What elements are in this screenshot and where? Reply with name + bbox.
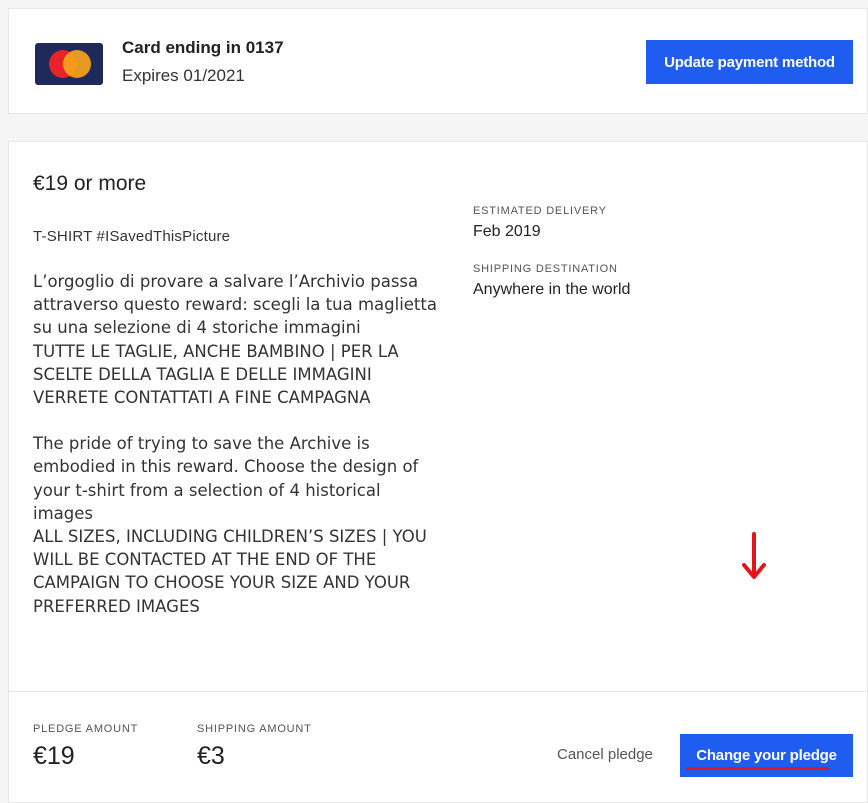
reward-description: L’orgoglio di provare a salvare l’Archiv… (33, 270, 443, 618)
shipping-amount-value: €3 (197, 742, 225, 770)
reward-title: T-SHIRT #ISavedThisPicture (33, 228, 231, 245)
update-payment-method-button[interactable]: Update payment method (646, 40, 853, 84)
mastercard-orange-circle (63, 50, 91, 78)
reward-panel: €19 or more T-SHIRT #ISavedThisPicture L… (8, 141, 868, 803)
shipping-amount-label: SHIPPING AMOUNT (197, 723, 312, 735)
red-underline-annotation (686, 767, 829, 770)
description-english-caps: ALL SIZES, INCLUDING CHILDREN’S SIZES | … (33, 527, 427, 616)
description-italian: L’orgoglio di provare a salvare l’Archiv… (33, 272, 437, 338)
description-italian-caps: TUTTE LE TAGLIE, ANCHE BAMBINO | PER LA … (33, 341, 399, 408)
change-your-pledge-button[interactable]: Change your pledge (680, 734, 853, 777)
red-arrow-down-icon (742, 532, 766, 579)
estimated-delivery-value: Feb 2019 (473, 223, 541, 240)
card-expiry: Expires 01/2021 (122, 66, 245, 85)
description-english: The pride of trying to save the Archive … (33, 434, 419, 523)
card-title: Card ending in 0137 (122, 38, 284, 57)
reward-price: €19 or more (33, 172, 147, 195)
cancel-pledge-link[interactable]: Cancel pledge (557, 746, 653, 763)
mastercard-icon (35, 43, 103, 85)
payment-card-panel: Card ending in 0137 Expires 01/2021 Upda… (8, 8, 868, 114)
shipping-destination-label: SHIPPING DESTINATION (473, 263, 618, 275)
estimated-delivery-label: ESTIMATED DELIVERY (473, 205, 607, 217)
footer-divider (9, 691, 867, 692)
pledge-amount-label: PLEDGE AMOUNT (33, 723, 139, 735)
shipping-destination-value: Anywhere in the world (473, 281, 631, 298)
pledge-amount-value: €19 (33, 742, 75, 770)
change-your-pledge-label: Change your pledge (696, 747, 837, 764)
